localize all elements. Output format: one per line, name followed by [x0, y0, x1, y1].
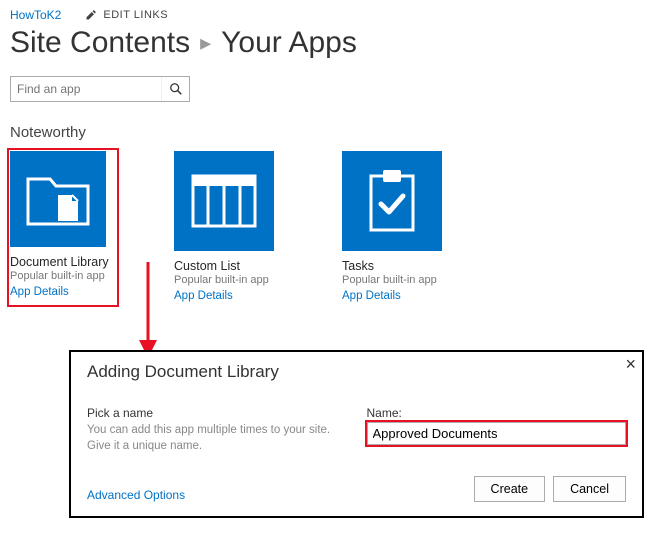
- top-links-bar: HowToK2 EDIT LINKS: [10, 8, 653, 22]
- name-input[interactable]: [367, 422, 627, 445]
- clipboard-check-icon: [365, 168, 419, 234]
- search-icon: [169, 82, 183, 96]
- app-details-link[interactable]: App Details: [342, 290, 401, 302]
- list-grid-icon: [191, 174, 257, 228]
- tile-subtitle: Popular built-in app: [10, 270, 116, 282]
- edit-links-label: EDIT LINKS: [103, 9, 168, 21]
- tile-subtitle: Popular built-in app: [342, 274, 452, 286]
- tile-custom-list: Custom List Popular built-in app App Det…: [174, 151, 284, 304]
- tile-title: Tasks: [342, 259, 452, 273]
- title-left: Site Contents: [10, 26, 190, 60]
- tile-subtitle: Popular built-in app: [174, 274, 284, 286]
- title-right: Your Apps: [221, 26, 357, 60]
- tile-custom-list-icon-tile[interactable]: [174, 151, 274, 251]
- tile-title: Custom List: [174, 259, 284, 273]
- pencil-icon: [85, 9, 97, 21]
- site-link[interactable]: HowToK2: [10, 8, 61, 22]
- tile-title: Document Library: [10, 255, 116, 269]
- search-box: [10, 76, 190, 102]
- dialog-close-button[interactable]: ×: [625, 355, 636, 373]
- breadcrumb-separator-icon: ▸: [200, 30, 211, 56]
- search-input[interactable]: [11, 77, 161, 101]
- app-details-link[interactable]: App Details: [10, 286, 69, 298]
- tile-tasks: Tasks Popular built-in app App Details: [342, 151, 452, 304]
- create-button[interactable]: Create: [474, 476, 546, 502]
- page-title: Site Contents ▸ Your Apps: [10, 26, 653, 60]
- app-details-link[interactable]: App Details: [174, 290, 233, 302]
- section-noteworthy-label: Noteworthy: [10, 124, 653, 141]
- tile-document-library-icon-tile[interactable]: [10, 151, 106, 247]
- dialog-title: Adding Document Library: [87, 362, 626, 382]
- cancel-button[interactable]: Cancel: [553, 476, 626, 502]
- add-app-dialog: × Adding Document Library Pick a name Yo…: [69, 350, 644, 518]
- tile-document-library: Document Library Popular built-in app Ap…: [8, 149, 118, 306]
- pick-name-label: Pick a name: [87, 406, 347, 420]
- folder-file-icon: [24, 169, 92, 229]
- pick-name-description: You can add this app multiple times to y…: [87, 423, 347, 454]
- edit-links-button[interactable]: EDIT LINKS: [85, 9, 168, 21]
- name-field-label: Name:: [367, 406, 627, 420]
- advanced-options-link[interactable]: Advanced Options: [87, 488, 185, 502]
- search-button[interactable]: [161, 77, 189, 101]
- tile-tasks-icon-tile[interactable]: [342, 151, 442, 251]
- tiles-row: Document Library Popular built-in app Ap…: [10, 151, 653, 304]
